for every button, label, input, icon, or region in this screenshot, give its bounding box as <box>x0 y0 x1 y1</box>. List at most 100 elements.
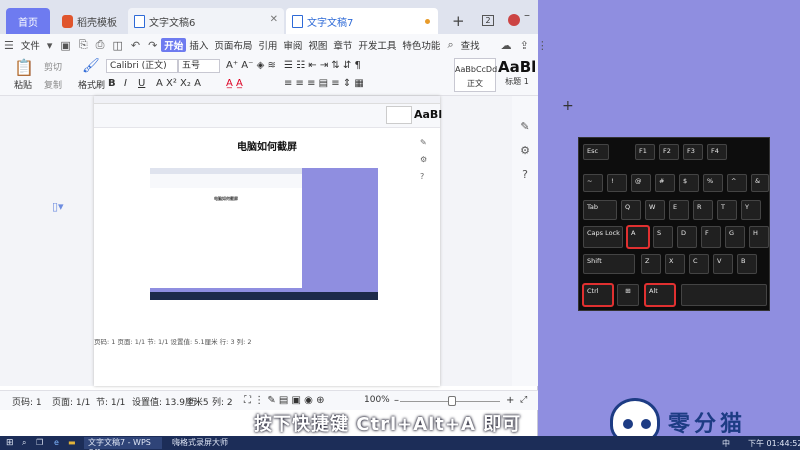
format-painter-button[interactable]: 格式刷 <box>78 78 105 91</box>
edge-icon[interactable]: e <box>54 438 59 447</box>
docer-icon <box>62 14 73 28</box>
tab-doc6[interactable]: 文字文稿6 ✕ <box>128 8 284 34</box>
menu-file[interactable]: 文件 <box>18 38 43 52</box>
style-normal[interactable]: AaBbCcDd 正文 <box>454 58 497 92</box>
save-icon[interactable]: ▣ <box>56 39 74 52</box>
menu-special[interactable]: 特色功能 <box>399 38 443 52</box>
status-col: 列: 2 <box>212 398 233 408</box>
pen-icon[interactable]: ✎ <box>518 120 532 133</box>
taskbar-wps[interactable]: 文字文稿7 - WPS Off... <box>84 437 162 450</box>
search-icon[interactable]: ⌕ <box>443 38 457 52</box>
font-size-select[interactable]: 五号 <box>178 59 220 73</box>
menu-section[interactable]: 章节 <box>330 38 355 52</box>
embedded-right-icons: ✎ ⚙ ? <box>420 138 428 181</box>
key-g: G <box>725 226 745 248</box>
fullscreen-icon[interactable]: ⤢ <box>520 395 527 405</box>
hamburger-icon[interactable]: ☰ <box>0 39 18 52</box>
status-page: 页面: 1/1 <box>52 398 91 408</box>
minimize-icon[interactable]: – <box>524 8 530 22</box>
key-1: ! <box>607 174 627 192</box>
highlight-icon[interactable]: A̲ A̲ <box>226 78 243 89</box>
zoom-in-button[interactable]: + <box>506 395 514 406</box>
start-icon[interactable]: ⊞ <box>6 438 14 448</box>
cut-button[interactable]: 剪切 <box>44 60 62 73</box>
zoom-level[interactable]: 100% <box>364 395 390 405</box>
menu-search[interactable]: 查找 <box>458 38 483 52</box>
view-mode-icons[interactable]: ⛶ ⋮ ✎ ▤ ▣ ◉ ⊕ <box>244 395 324 406</box>
paragraph-marker-icon[interactable]: ▯▾ <box>52 200 64 213</box>
more-icon[interactable]: ⋮ <box>533 39 552 52</box>
crosshair-cursor-icon: + <box>562 98 574 114</box>
close-icon[interactable]: ✕ <box>270 14 278 25</box>
status-page-number: 页码: 1 <box>12 398 42 408</box>
cloud-icon[interactable]: ☁ <box>497 39 516 52</box>
style-heading1-preview: AaBl <box>498 58 537 76</box>
inner-ribbon <box>150 174 302 188</box>
key-3: # <box>655 174 675 192</box>
tab-doc6-label: 文字文稿6 <box>149 17 196 29</box>
key-b: B <box>737 254 757 274</box>
menu-page-layout[interactable]: 页面布局 <box>211 38 255 52</box>
folder-icon[interactable]: ▬ <box>68 438 76 447</box>
style-heading1[interactable]: AaBl 标题 1 <box>498 58 536 92</box>
help-icon[interactable]: ? <box>518 168 532 181</box>
window-count-badge[interactable]: 2 <box>482 15 494 26</box>
key-v: V <box>713 254 733 274</box>
font-grow-icon[interactable]: A⁺ A⁻ ◈ ≋ <box>226 60 276 71</box>
key-f3: F3 <box>683 144 703 160</box>
key-f1: F1 <box>635 144 655 160</box>
ime-indicator[interactable]: 中 <box>722 438 730 449</box>
key-f4: F4 <box>707 144 727 160</box>
inner-wps-window: 电脑如何截屏 <box>150 168 302 288</box>
zoom-slider-handle[interactable] <box>448 396 456 406</box>
key-5: % <box>703 174 723 192</box>
italic-button[interactable]: I <box>124 78 127 89</box>
key-esc: Esc <box>583 144 609 160</box>
redo-icon[interactable]: ↷ <box>144 39 161 52</box>
bold-button[interactable]: B <box>108 78 116 89</box>
chevron-down-icon[interactable]: ▾ <box>43 39 57 52</box>
style-normal-label: 正文 <box>467 79 483 88</box>
avatar[interactable] <box>508 14 520 26</box>
embedded-heading-preview: AaBl <box>414 108 443 121</box>
menu-insert[interactable]: 插入 <box>186 38 211 52</box>
adjust-icon[interactable]: ⚙ <box>518 144 532 157</box>
paste-button[interactable]: 粘贴 <box>14 78 32 91</box>
text-effects-icon[interactable]: A X² X₂ A <box>156 78 201 89</box>
list-icons[interactable]: ☰ ☷ ⇤ ⇥ ⇅ ⇵ ¶ <box>284 60 361 71</box>
zoom-out-button[interactable]: – <box>394 395 399 406</box>
paste-icon[interactable]: 📋 <box>14 58 34 77</box>
tab-doc7[interactable]: 文字文稿7 <box>286 8 438 34</box>
preview-icon[interactable]: ◫ <box>108 39 126 52</box>
underline-button[interactable]: U <box>138 78 145 89</box>
taskbar-recorder[interactable]: 嗨格式录屏大师 <box>168 437 248 449</box>
clock[interactable]: 下午 01:44:52 <box>748 438 800 449</box>
export-icon[interactable]: ⎘ <box>75 38 92 52</box>
tab-home[interactable]: 首页 <box>6 8 50 34</box>
tab-template[interactable]: 稻壳模板 <box>56 8 126 34</box>
menu-start[interactable]: 开始 <box>161 38 187 52</box>
brush-icon: 🖌 <box>82 58 100 74</box>
key-a: A <box>626 225 650 249</box>
ribbon: 📋 粘贴 剪切 复制 格式刷 🖌 Calibri (正文) 五号 A⁺ A⁻ ◈… <box>0 56 538 96</box>
search-icon[interactable]: ⌕ <box>22 438 26 448</box>
align-icons[interactable]: ≡ ≡ ≡ ▤ ≡ ⇕ ▦ <box>284 78 364 89</box>
menu-review[interactable]: 审阅 <box>280 38 305 52</box>
wps-window: 首页 稻壳模板 文字文稿6 ✕ 文字文稿7 + 2 – ☰ 文件 ▾ ▣ ⎘ ⎙… <box>0 0 548 436</box>
undo-icon[interactable]: ↶ <box>127 39 144 52</box>
new-tab-button[interactable]: + <box>452 12 465 30</box>
print-icon[interactable]: ⎙ <box>92 38 109 52</box>
copy-button[interactable]: 复制 <box>44 78 62 91</box>
menu-view[interactable]: 视图 <box>305 38 330 52</box>
font-name-select[interactable]: Calibri (正文) <box>106 59 178 73</box>
document-icon <box>292 14 303 28</box>
menu-developer[interactable]: 开发工具 <box>355 38 399 52</box>
key-e: E <box>669 200 689 220</box>
menu-references[interactable]: 引用 <box>255 38 280 52</box>
unsaved-indicator <box>425 19 430 24</box>
inner-title: 电脑如何截屏 <box>214 196 238 201</box>
share-icon[interactable]: ⇪ <box>516 39 533 52</box>
tab-template-label: 稻壳模板 <box>77 17 117 29</box>
document-page[interactable]: AaBl 电脑如何截屏 电脑如何截屏 ✎ ⚙ ? 页码: 1 页面: 1/1 节… <box>94 96 443 386</box>
task-view-icon[interactable]: ❐ <box>36 438 43 447</box>
